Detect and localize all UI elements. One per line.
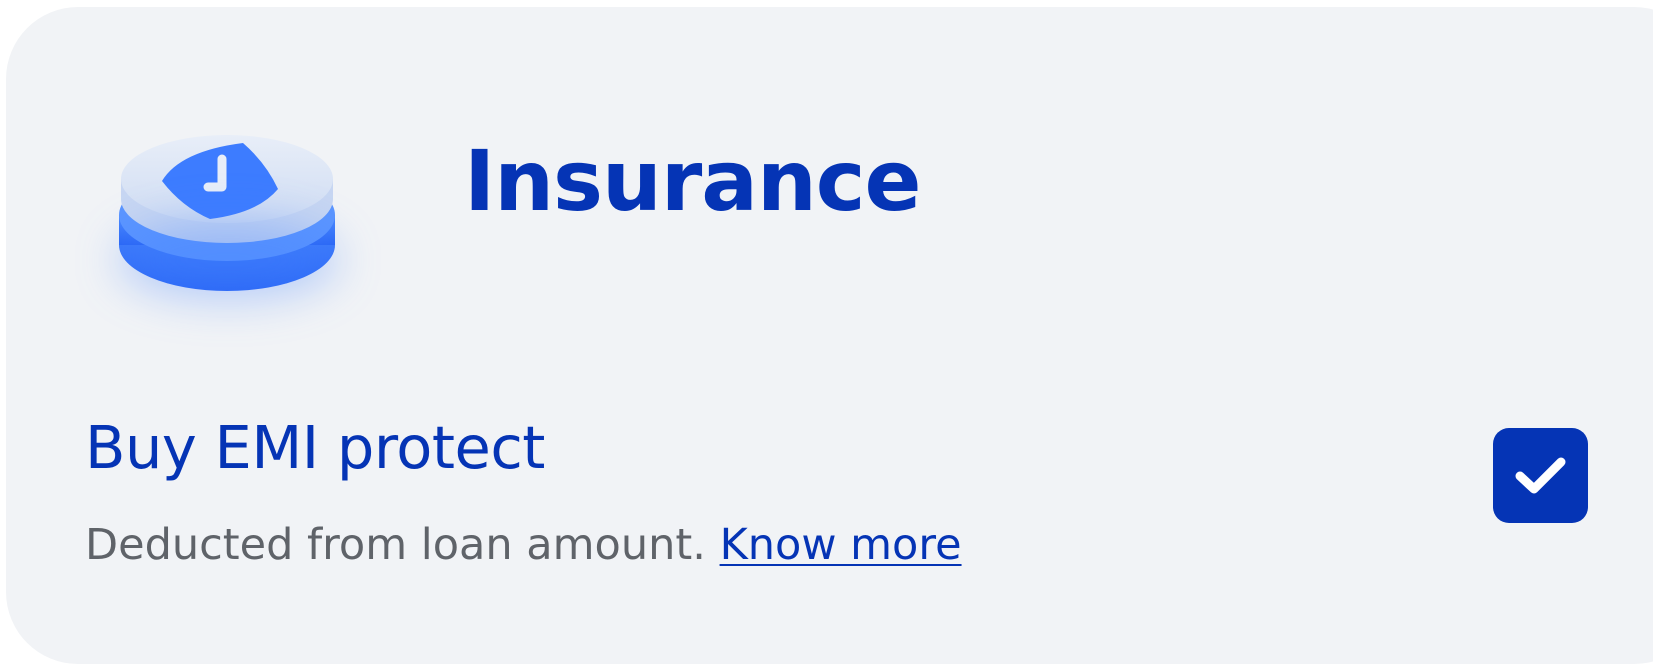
know-more-link[interactable]: Know more xyxy=(720,520,962,570)
checkmark-icon xyxy=(1515,457,1566,494)
option-title: Buy EMI protect xyxy=(85,413,545,482)
option-subtitle-row: Deducted from loan amount. Know more xyxy=(85,524,962,567)
option-subtitle: Deducted from loan amount. xyxy=(85,520,706,570)
section-title: Insurance xyxy=(464,132,922,230)
insurance-card: Insurance Buy EMI protect Deducted from … xyxy=(6,7,1653,664)
emi-protect-checkbox[interactable] xyxy=(1493,428,1588,523)
shield-clock-icon xyxy=(110,103,344,323)
